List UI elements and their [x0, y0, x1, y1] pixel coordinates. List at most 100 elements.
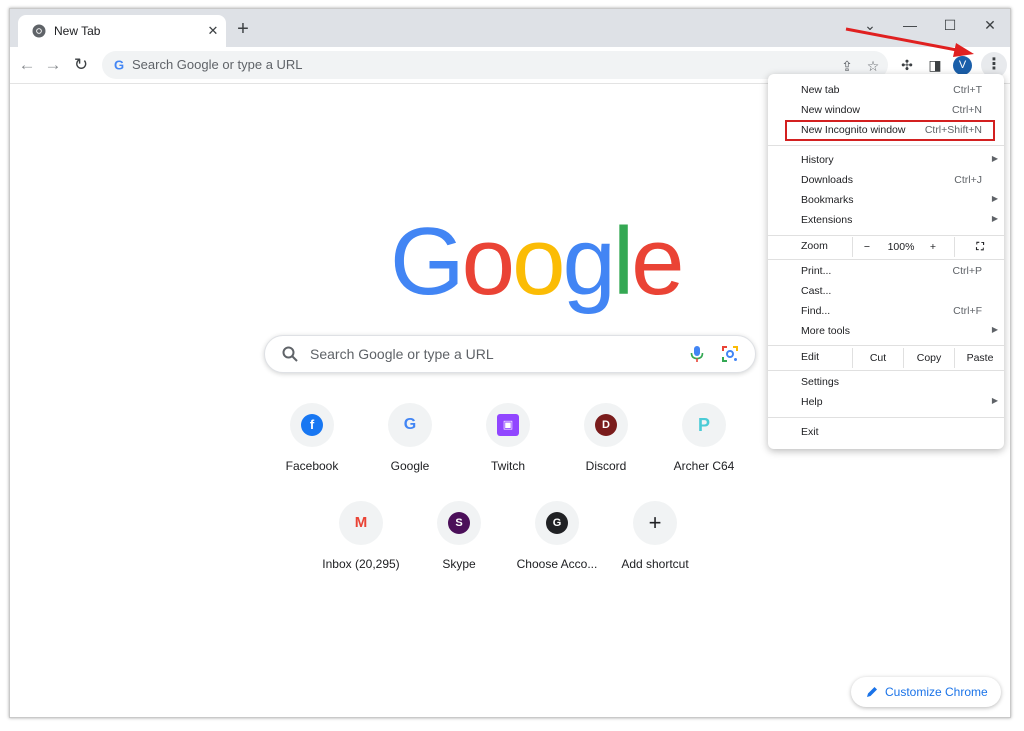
zoom-level: 100% — [887, 241, 915, 253]
copy-button[interactable]: Copy — [903, 348, 954, 368]
browser-window: New Tab ✕ + ⌄ — ☐ ✕ ← → ↻ G Search Googl… — [9, 8, 1011, 718]
tab-search-chevron-icon[interactable]: ⌄ — [855, 15, 885, 35]
shortcut-choose-account[interactable]: G Choose Acco... — [507, 501, 607, 591]
tab-strip: New Tab ✕ + ⌄ — ☐ ✕ — [10, 9, 1010, 47]
discord-icon: D — [595, 414, 617, 436]
logo-letter: o — [461, 208, 515, 315]
customize-chrome-button[interactable]: Customize Chrome — [851, 677, 1001, 707]
fullscreen-icon[interactable]: ⛶ — [954, 237, 1005, 257]
menu-item-history[interactable]: History ▶ — [768, 151, 1004, 171]
cut-button[interactable]: Cut — [852, 348, 903, 368]
menu-separator — [768, 259, 1004, 260]
plus-icon: + — [648, 510, 662, 535]
search-box[interactable]: Search Google or type a URL — [264, 335, 756, 373]
tab-title: New Tab — [54, 24, 101, 38]
menu-item-find[interactable]: Find... Ctrl+F — [768, 302, 1004, 322]
search-placeholder: Search Google or type a URL — [310, 346, 494, 362]
shortcut-label: Google — [390, 459, 430, 473]
chrome-menu: New tab Ctrl+T New window Ctrl+N New Incog… — [768, 74, 1004, 449]
shortcut-inbox[interactable]: M Inbox (20,295) — [311, 501, 411, 591]
logo-letter: g — [562, 208, 615, 315]
shortcut-label: Discord — [585, 459, 627, 473]
menu-item-new-tab[interactable]: New tab Ctrl+T — [768, 81, 1004, 101]
menu-item-settings[interactable]: Settings — [768, 373, 1004, 393]
logo-letter: e — [631, 208, 684, 315]
new-tab-button[interactable]: + — [232, 19, 254, 41]
shortcut-tile: f — [290, 403, 334, 447]
menu-item-new-window[interactable]: New window Ctrl+N — [768, 101, 1004, 121]
address-bar-placeholder: Search Google or type a URL — [132, 57, 303, 72]
menu-separator — [768, 235, 1004, 236]
menu-item-more-tools[interactable]: More tools ▶ — [768, 322, 1004, 342]
shortcut-google[interactable]: G Google — [360, 403, 460, 493]
shortcut-archer-c64[interactable]: P Archer C64 — [654, 403, 754, 493]
submenu-arrow-icon: ▶ — [991, 214, 998, 223]
shortcut-label: Inbox (20,295) — [322, 557, 400, 571]
menu-item-bookmarks[interactable]: Bookmarks ▶ — [768, 191, 1004, 211]
tplink-icon: P — [697, 415, 710, 435]
highlight-box — [785, 120, 995, 141]
menu-item-downloads[interactable]: Downloads Ctrl+J — [768, 171, 1004, 191]
shortcut-tile: D — [584, 403, 628, 447]
google-logo: Google — [390, 214, 685, 310]
menu-separator — [768, 145, 1004, 146]
shortcut-add[interactable]: + Add shortcut — [605, 501, 705, 591]
shortcut-tile: S — [437, 501, 481, 545]
menu-item-extensions[interactable]: Extensions ▶ — [768, 211, 1004, 231]
google-lens-icon[interactable] — [721, 345, 739, 363]
google-icon: G — [403, 416, 417, 433]
microphone-icon[interactable] — [689, 345, 705, 363]
profile-avatar[interactable]: V — [953, 56, 972, 75]
svg-text:G: G — [114, 58, 124, 72]
google-account-icon: G — [546, 512, 568, 534]
shortcut-twitch[interactable]: ▣ Twitch — [458, 403, 558, 493]
bookmark-star-icon[interactable]: ☆ — [864, 57, 882, 75]
pencil-icon — [867, 687, 877, 697]
shortcut-tile: + — [633, 501, 677, 545]
close-window-button[interactable]: ✕ — [975, 15, 1005, 35]
shortcut-tile: P — [682, 403, 726, 447]
forward-icon[interactable]: → — [42, 54, 64, 76]
side-panel-icon[interactable]: ◨ — [926, 56, 944, 74]
gmail-icon: M — [354, 514, 368, 531]
submenu-arrow-icon: ▶ — [991, 154, 998, 163]
chrome-icon — [32, 24, 46, 38]
tab-close-icon[interactable]: ✕ — [203, 21, 223, 41]
extensions-puzzle-icon[interactable]: ✣ — [898, 56, 916, 74]
menu-item-cast[interactable]: Cast... — [768, 282, 1004, 302]
shortcut-label: Choose Acco... — [516, 557, 598, 571]
search-icon — [282, 346, 298, 362]
twitch-icon: ▣ — [497, 414, 519, 436]
paste-button[interactable]: Paste — [954, 348, 1005, 368]
zoom-in-button[interactable]: + — [922, 237, 944, 257]
logo-letter: o — [512, 208, 565, 315]
minimize-button[interactable]: — — [895, 15, 925, 35]
menu-item-edit: Edit Cut Copy Paste — [768, 348, 1004, 368]
menu-item-help[interactable]: Help ▶ — [768, 393, 1004, 413]
back-icon[interactable]: ← — [16, 54, 38, 76]
menu-separator — [768, 345, 1004, 346]
skype-icon: S — [448, 512, 470, 534]
shortcut-facebook[interactable]: f Facebook — [262, 403, 362, 493]
facebook-icon: f — [301, 414, 323, 436]
logo-letter: l — [612, 208, 634, 315]
shortcut-label: Add shortcut — [621, 557, 689, 571]
submenu-arrow-icon: ▶ — [991, 194, 998, 203]
maximize-button[interactable]: ☐ — [935, 15, 965, 35]
share-icon[interactable]: ⇪ — [838, 57, 856, 75]
zoom-out-button[interactable]: − — [852, 237, 881, 257]
shortcut-label: Skype — [442, 557, 476, 571]
shortcut-skype[interactable]: S Skype — [409, 501, 509, 591]
logo-letter: G — [390, 208, 465, 315]
submenu-arrow-icon: ▶ — [991, 325, 998, 334]
shortcut-label: Archer C64 — [673, 459, 735, 473]
tab-new-tab[interactable]: New Tab ✕ — [18, 15, 226, 47]
shortcut-discord[interactable]: D Discord — [556, 403, 656, 493]
google-g-icon: G — [114, 58, 124, 72]
shortcut-label: Facebook — [285, 459, 339, 473]
reload-icon[interactable]: ↻ — [70, 54, 92, 76]
menu-separator — [768, 417, 1004, 418]
menu-item-print[interactable]: Print... Ctrl+P — [768, 262, 1004, 282]
menu-item-exit[interactable]: Exit — [768, 423, 1004, 443]
shortcut-label: Twitch — [490, 459, 525, 473]
